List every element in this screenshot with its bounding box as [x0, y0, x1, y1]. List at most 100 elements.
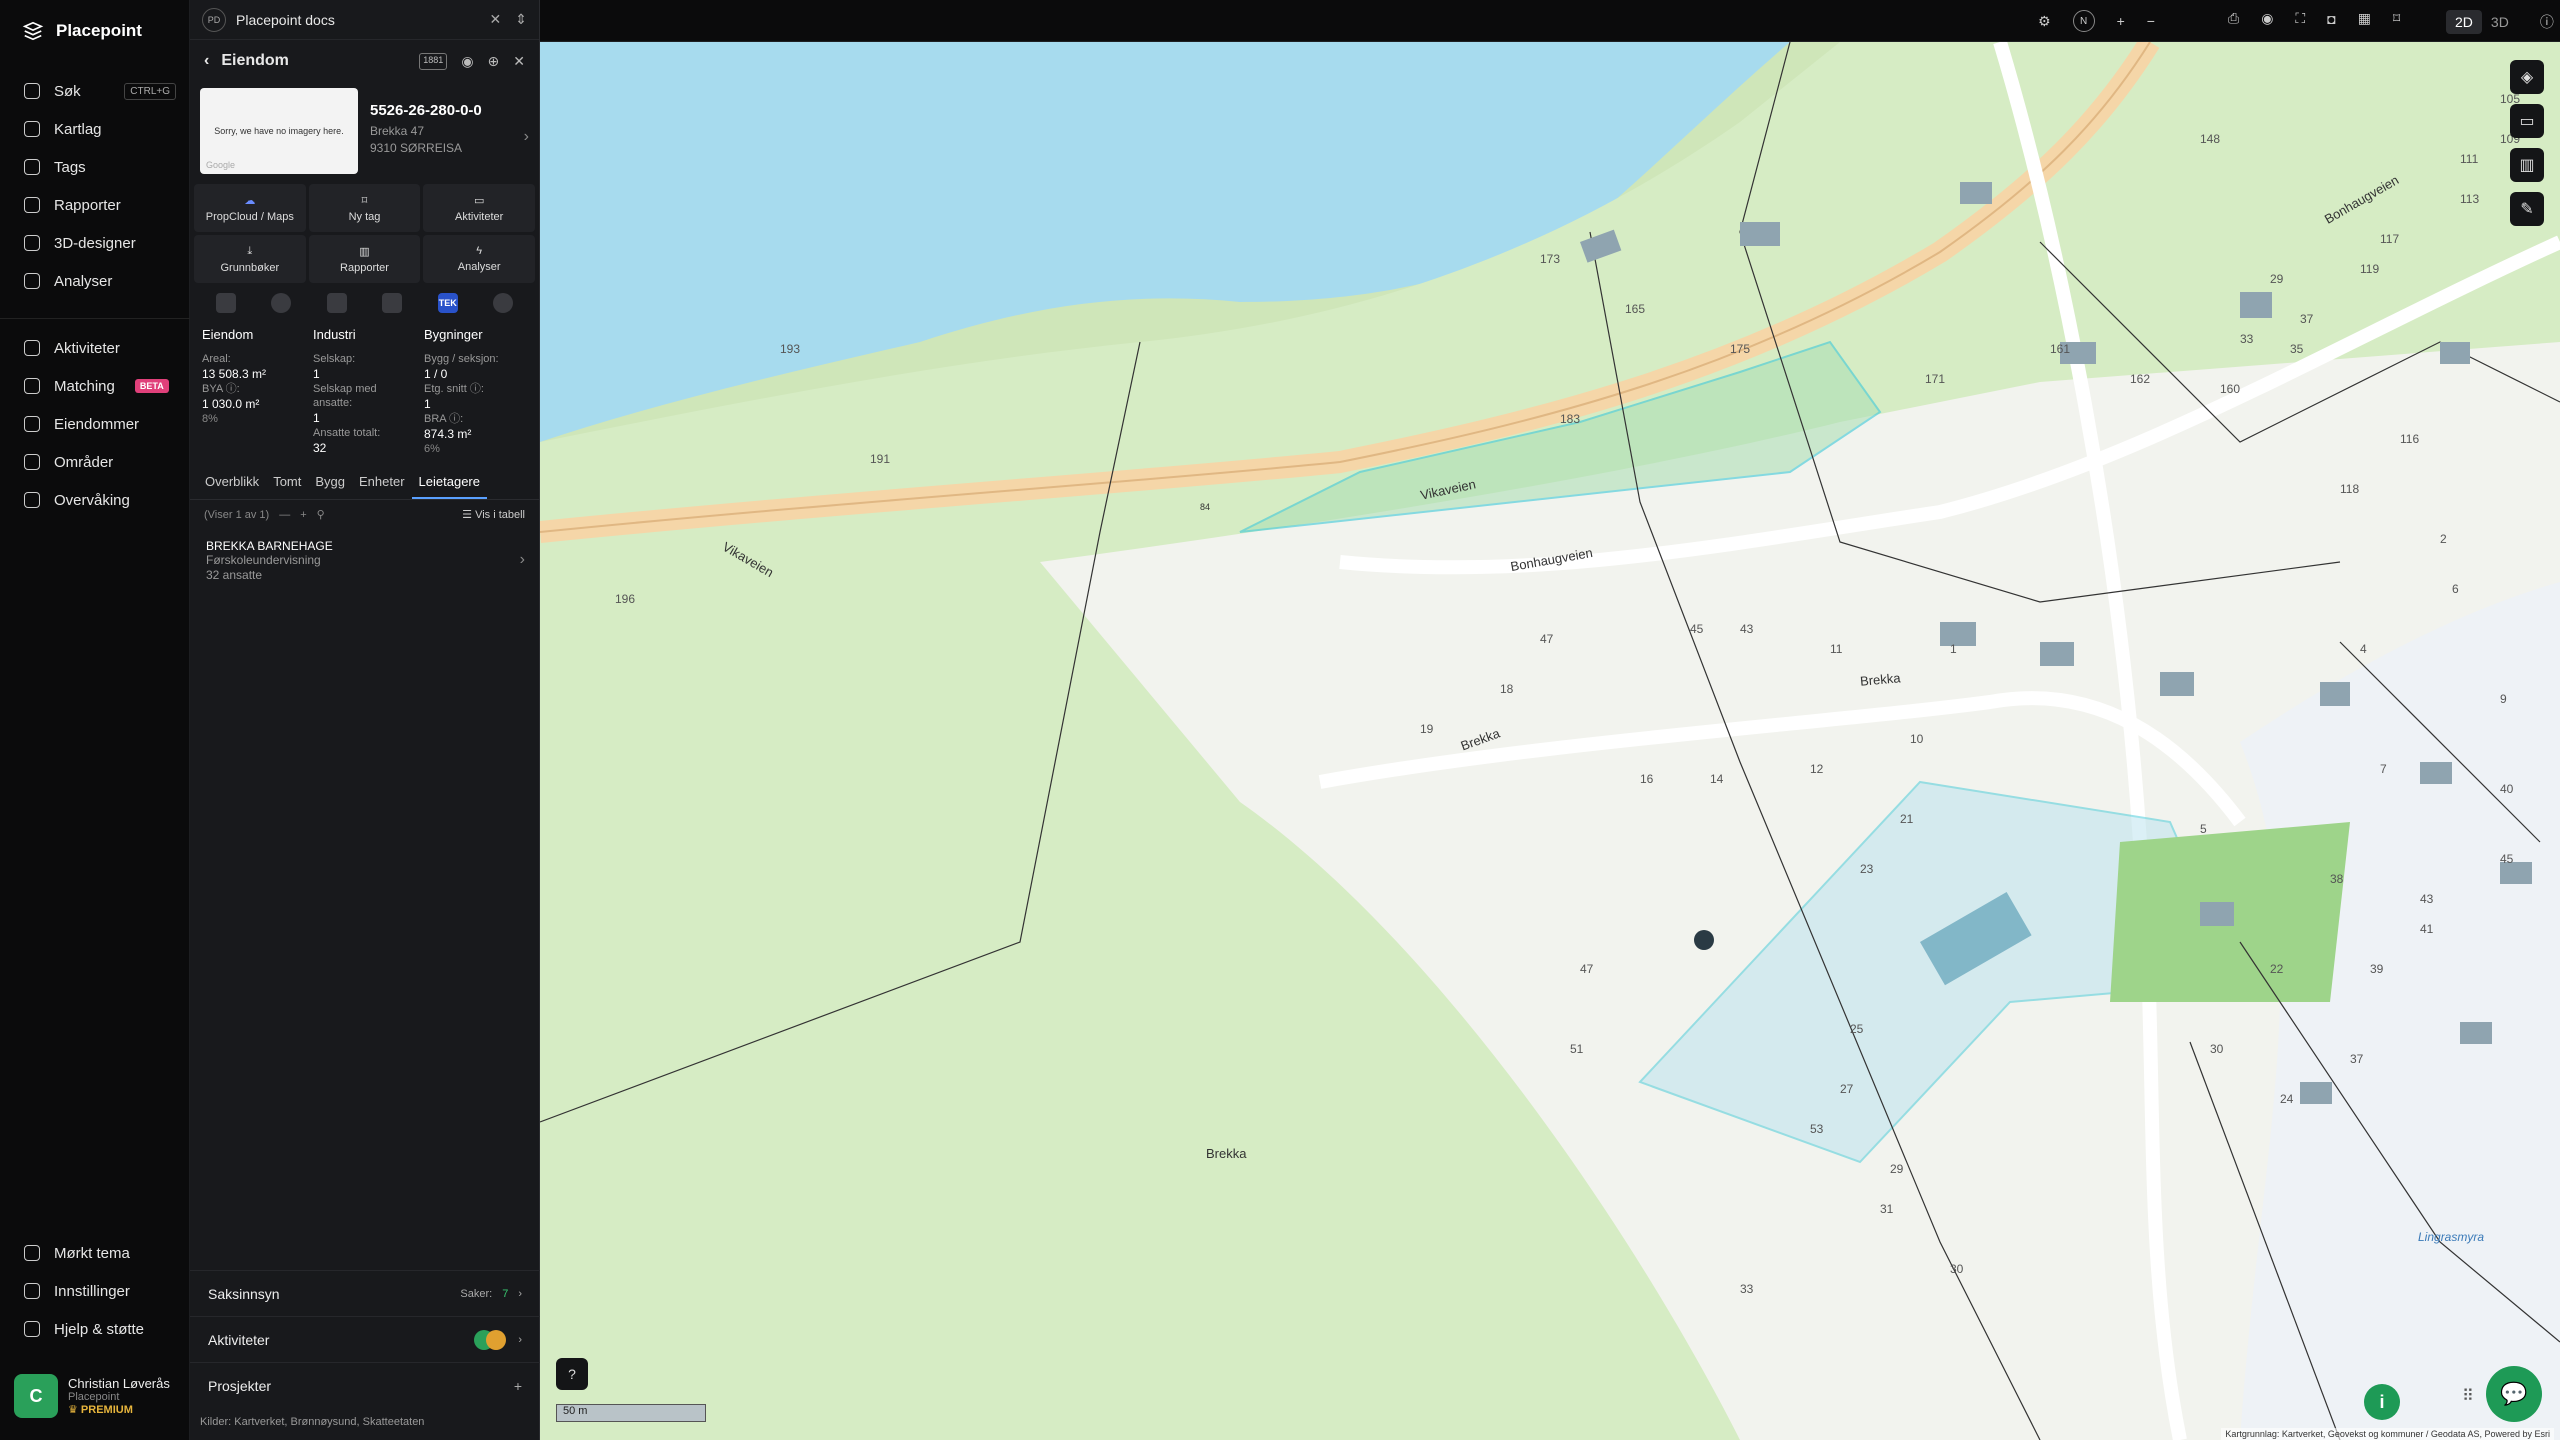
- search-icon[interactable]: ⚲: [317, 508, 325, 521]
- layer-plant-icon[interactable]: [326, 293, 347, 313]
- zoom-out-icon[interactable]: −: [2147, 13, 2155, 29]
- sidebar-item-innstillinger[interactable]: Innstillinger: [0, 1272, 190, 1310]
- house-number: 11: [1830, 642, 1843, 656]
- house-number: 41: [2420, 922, 2434, 936]
- close-panel-icon[interactable]: ✕: [513, 53, 525, 70]
- map-help-button[interactable]: ?: [556, 1358, 588, 1390]
- reports-button[interactable]: ▥ Rapporter: [308, 235, 421, 283]
- sidebar-item-områder[interactable]: Områder: [0, 443, 190, 481]
- user-card[interactable]: C Christian Løverås Placepoint ♛ PREMIUM: [14, 1368, 184, 1424]
- source-bronnoysund[interactable]: Brønnøysund,: [291, 1416, 360, 1428]
- drag-handle-icon[interactable]: ⠿: [2462, 1386, 2474, 1406]
- shortcut-badge: CTRL+G: [124, 82, 176, 100]
- avatar: C: [14, 1374, 58, 1418]
- compass-icon[interactable]: N: [2072, 10, 2095, 32]
- sidebar-item-tags[interactable]: Tags: [0, 148, 190, 186]
- eye-settings-icon[interactable]: ⚙: [2038, 13, 2051, 30]
- sidebar-item-overvåking[interactable]: Overvåking: [0, 481, 190, 519]
- sidebar-item-kartlag[interactable]: Kartlag: [0, 110, 190, 148]
- tab-overblikk[interactable]: Overblikk: [198, 466, 266, 499]
- map-canvas[interactable]: Vikaveien Vikaveien Bonhaugveien Bonhaug…: [540, 42, 2560, 1440]
- target-icon[interactable]: ⊕: [488, 53, 500, 70]
- sidebar-item-eiendommer[interactable]: Eiendommer: [0, 405, 190, 443]
- fullscreen-icon[interactable]: ⛶: [2295, 10, 2305, 27]
- sidebar-item-matching[interactable]: Matching BETA: [0, 367, 190, 405]
- help-icon: [24, 1321, 40, 1337]
- camera-icon[interactable]: ◘: [2327, 11, 2335, 27]
- info-button[interactable]: i: [2364, 1384, 2400, 1420]
- tenant-name: BREKKA BARNEHAGE: [206, 539, 333, 553]
- back-icon[interactable]: ‹: [204, 52, 209, 70]
- activities-button[interactable]: ▭ Aktiviteter: [423, 184, 535, 232]
- house-number: 173: [1540, 252, 1561, 266]
- stat-label: Bygg / seksjon:: [424, 353, 499, 365]
- view-icon[interactable]: ◉: [2261, 10, 2273, 27]
- zoom-in-icon[interactable]: +: [2117, 13, 2125, 29]
- bookmark-icon[interactable]: ⌑: [2393, 10, 2400, 27]
- sidebar-item-søk[interactable]: Søk CTRL+G: [0, 72, 190, 110]
- chart-tool-button[interactable]: ▥: [2510, 148, 2544, 182]
- measure-tool-button[interactable]: ▭: [2510, 104, 2544, 138]
- layer-se-icon[interactable]: [215, 293, 236, 313]
- house-number: 45: [1690, 622, 1704, 636]
- tool-label: Analyser: [457, 261, 501, 273]
- new-tag-button[interactable]: ⌑ Ny tag: [308, 184, 421, 232]
- section-prosjekter[interactable]: Prosjekter +: [190, 1362, 540, 1408]
- layer-tool-button[interactable]: ◈: [2510, 60, 2544, 94]
- sidebar-item-hjelp-støtte[interactable]: Hjelp & støtte: [0, 1310, 190, 1348]
- tab-bygg[interactable]: Bygg: [308, 466, 352, 499]
- property-summary[interactable]: Sorry, we have no imagery here. Google 5…: [190, 82, 539, 184]
- plan-label: PREMIUM: [80, 1404, 133, 1416]
- thumb-credit: Google: [206, 160, 236, 170]
- mode-3d-button[interactable]: 3D: [2482, 10, 2518, 34]
- bolt-icon: ϟ: [476, 245, 483, 257]
- chat-button[interactable]: 💬: [2486, 1366, 2542, 1422]
- source-kartverket[interactable]: Kartverket,: [234, 1416, 287, 1428]
- layer-bars-icon[interactable]: [382, 293, 403, 313]
- sidebar-item-aktiviteter[interactable]: Aktiviteter: [0, 329, 190, 367]
- expand-icon[interactable]: ⇕: [515, 11, 527, 28]
- tab-tomt[interactable]: Tomt: [266, 466, 308, 499]
- analyses-button[interactable]: ϟ Analyser: [423, 235, 535, 283]
- chevron-right-icon[interactable]: ›: [524, 128, 529, 174]
- layer-globe-icon[interactable]: [271, 293, 292, 313]
- print-icon[interactable]: ⎙: [2228, 10, 2239, 27]
- tag-1881[interactable]: 1881: [419, 52, 448, 70]
- sidebar-item-rapporter[interactable]: Rapporter: [0, 186, 190, 224]
- house-number: 24: [2280, 1092, 2294, 1106]
- eye-icon[interactable]: ◉: [461, 53, 473, 70]
- doc-title[interactable]: Placepoint docs: [236, 12, 335, 28]
- nav-label: Aktiviteter: [54, 339, 120, 357]
- layer-tek-icon[interactable]: TEK: [437, 293, 458, 313]
- source-skatteetaten[interactable]: Skatteetaten: [363, 1416, 425, 1428]
- stat-value: 32: [313, 441, 327, 455]
- sidebar-item-analyser[interactable]: Analyser: [0, 262, 190, 300]
- layer-more-icon[interactable]: [493, 293, 514, 313]
- house-number: 33: [2240, 332, 2254, 346]
- mode-2d-button[interactable]: 2D: [2446, 10, 2482, 34]
- saker-count: 7: [502, 1287, 509, 1300]
- grunnbok-button[interactable]: ⤓ Grunnbøker: [194, 235, 306, 283]
- brand[interactable]: Placepoint: [22, 20, 142, 42]
- table-view-link[interactable]: ☰ Vis i tabell: [462, 508, 525, 521]
- tab-leietagere[interactable]: Leietagere: [411, 466, 487, 499]
- bolt-icon: [24, 273, 40, 289]
- propcloud-button[interactable]: ☁ PropCloud / Maps: [194, 184, 306, 232]
- sidebar-item-mørkt-tema[interactable]: Mørkt tema: [0, 1234, 190, 1272]
- house-number: 196: [615, 592, 636, 606]
- section-aktiviteter[interactable]: Aktiviteter ›: [190, 1316, 540, 1362]
- sidebar-item-3d-designer[interactable]: 3D-designer: [0, 224, 190, 262]
- plus-icon[interactable]: +: [300, 509, 306, 521]
- close-icon[interactable]: ✕: [490, 11, 502, 28]
- grid-icon[interactable]: ▦: [2358, 10, 2371, 27]
- info-icon[interactable]: ⓘ: [2540, 12, 2554, 32]
- plus-icon[interactable]: +: [514, 1378, 522, 1394]
- section-saksinnsyn[interactable]: Saksinnsyn Saker: 7 ›: [190, 1270, 540, 1316]
- draw-tool-button[interactable]: ✎: [2510, 192, 2544, 226]
- stats-head: Industri: [313, 327, 356, 342]
- collapse-icon[interactable]: —: [279, 509, 290, 521]
- chat-icon: ▭: [473, 194, 485, 207]
- user-name: Christian Løverås: [68, 1376, 170, 1391]
- list-item[interactable]: BREKKA BARNEHAGE Førskoleundervisning 32…: [190, 529, 539, 593]
- tab-enheter[interactable]: Enheter: [352, 466, 412, 499]
